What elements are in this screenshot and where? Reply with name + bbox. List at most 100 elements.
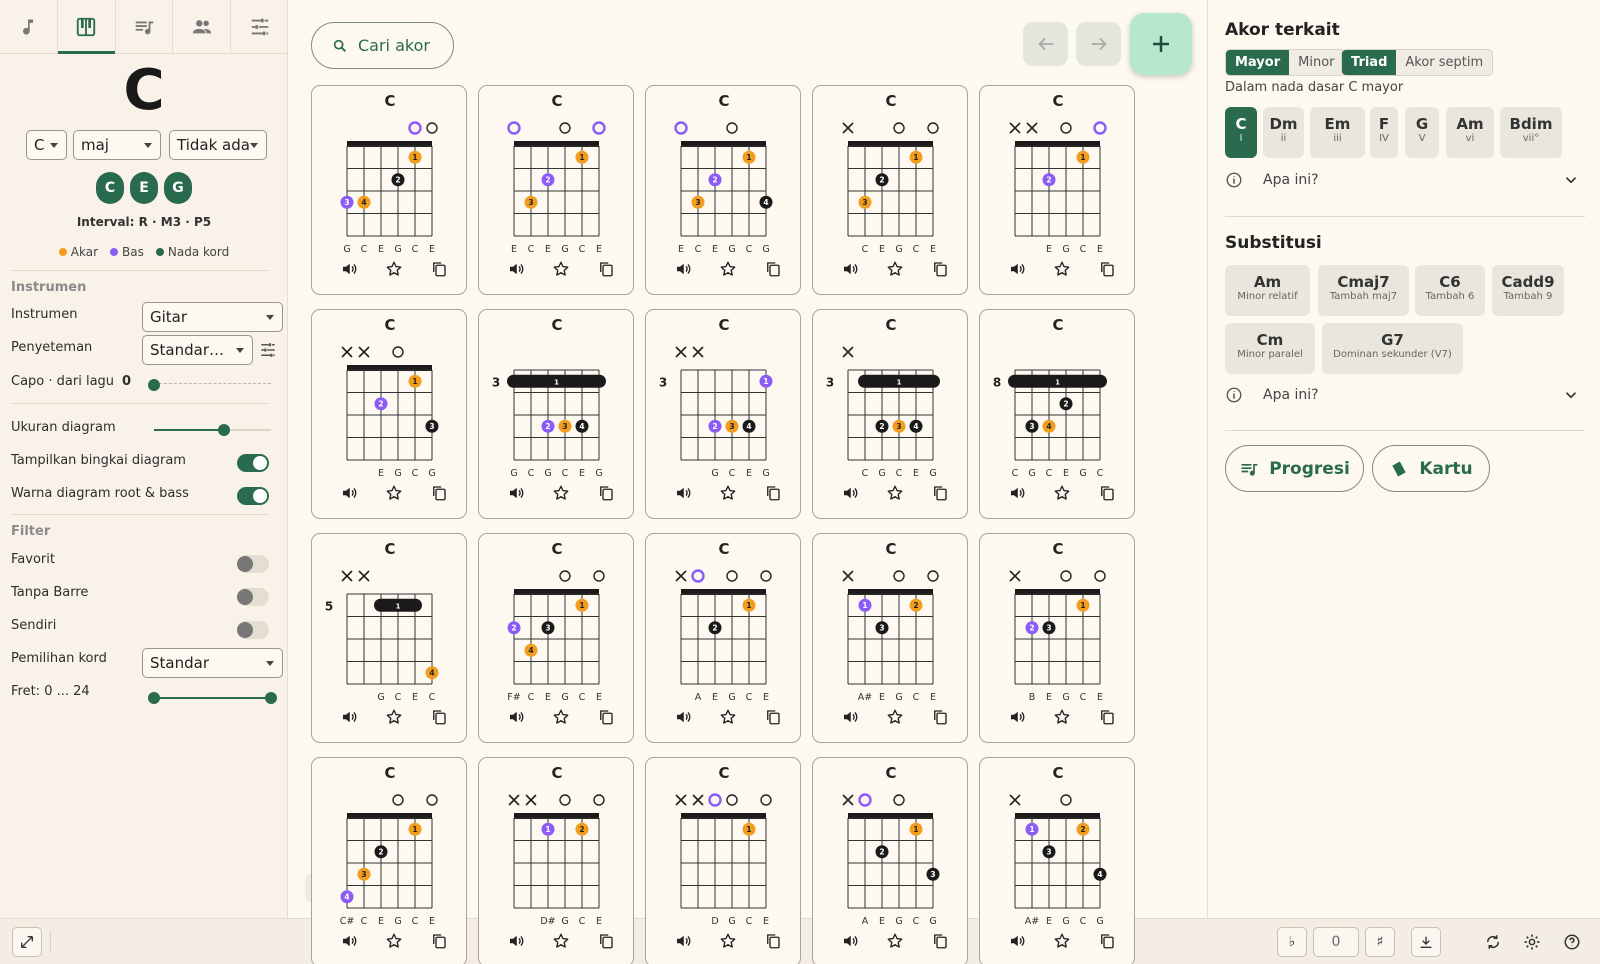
no-barre-toggle[interactable] <box>237 588 269 606</box>
what-is-this-row-1[interactable]: Apa ini? <box>1225 168 1580 192</box>
fullscreen-button[interactable] <box>12 927 42 957</box>
copy-button[interactable] <box>430 932 448 954</box>
chord-card[interactable]: C1234ECEGCG <box>645 85 801 295</box>
related-chord-Bdim[interactable]: Bdim vii° <box>1500 107 1562 158</box>
play-button[interactable] <box>841 484 859 506</box>
substitution-Cadd9[interactable]: Cadd9 Tambah 9 <box>1492 265 1564 316</box>
favorite-button[interactable] <box>719 932 737 954</box>
minor-option[interactable]: Minor <box>1289 50 1343 75</box>
substitution-C6[interactable]: C6 Tambah 6 <box>1415 265 1485 316</box>
copy-button[interactable] <box>764 708 782 730</box>
favorite-button[interactable] <box>886 932 904 954</box>
chord-card[interactable]: C123AEGCG <box>812 757 968 964</box>
related-chord-Em[interactable]: Em iii <box>1310 107 1365 158</box>
tab-settings[interactable] <box>231 0 288 53</box>
show-frame-toggle[interactable] <box>237 454 269 472</box>
play-button[interactable] <box>507 932 525 954</box>
chord-card[interactable]: C31234CGCEG <box>812 309 968 519</box>
favorite-button[interactable] <box>886 260 904 282</box>
download-button[interactable] <box>1411 927 1441 957</box>
copy-button[interactable] <box>430 708 448 730</box>
play-button[interactable] <box>507 260 525 282</box>
favorite-button[interactable] <box>719 484 737 506</box>
favorite-button[interactable] <box>719 260 737 282</box>
play-button[interactable] <box>340 260 358 282</box>
copy-button[interactable] <box>597 932 615 954</box>
fret-max-thumb[interactable] <box>265 692 277 704</box>
forward-button[interactable] <box>1076 22 1121 66</box>
seventh-option[interactable]: Akor septim <box>1396 50 1492 75</box>
related-chord-Dm[interactable]: Dm ii <box>1263 107 1304 158</box>
favorite-button[interactable] <box>886 708 904 730</box>
triad-option[interactable]: Triad <box>1342 50 1397 75</box>
play-button[interactable] <box>841 932 859 954</box>
related-chord-G[interactable]: GV <box>1405 107 1439 158</box>
chord-card[interactable]: C12AEGCE <box>645 533 801 743</box>
play-button[interactable] <box>507 484 525 506</box>
instrument-select[interactable]: Gitar <box>142 302 283 332</box>
favorite-button[interactable] <box>552 932 570 954</box>
quality-select[interactable]: maj <box>73 130 161 160</box>
copy-button[interactable] <box>1098 932 1116 954</box>
copy-button[interactable] <box>1098 260 1116 282</box>
help-button[interactable] <box>1557 927 1587 957</box>
play-button[interactable] <box>674 260 692 282</box>
play-button[interactable] <box>1008 932 1026 954</box>
chord-card[interactable]: C81234CGCEGC <box>979 309 1135 519</box>
root-bass-color-toggle[interactable] <box>237 487 269 505</box>
chord-card[interactable]: C123EGCG <box>311 309 467 519</box>
sync-button[interactable] <box>1478 927 1508 957</box>
play-button[interactable] <box>841 260 859 282</box>
favorite-button[interactable] <box>385 932 403 954</box>
play-button[interactable] <box>507 708 525 730</box>
chord-card[interactable]: C 1 2 3 4 F# C E G C E <box>478 533 634 743</box>
note-chip[interactable]: E <box>130 172 158 204</box>
diagram-size-thumb[interactable] <box>218 424 231 436</box>
chord-card[interactable]: C1243GCEGCE <box>311 85 467 295</box>
tab-people[interactable] <box>173 0 232 53</box>
back-button[interactable] <box>1023 22 1068 66</box>
tuning-settings-icon[interactable] <box>259 341 277 359</box>
chord-card[interactable]: C123CEGCE <box>812 85 968 295</box>
copy-button[interactable] <box>931 260 949 282</box>
major-option[interactable]: Mayor <box>1226 50 1290 75</box>
transpose-flat-button[interactable]: ♭ <box>1277 927 1307 957</box>
substitution-G7[interactable]: G7 Dominan sekunder (V7) <box>1322 323 1463 374</box>
favorite-button[interactable] <box>886 484 904 506</box>
play-button[interactable] <box>1008 260 1026 282</box>
favorite-button[interactable] <box>1053 484 1071 506</box>
favorite-button[interactable] <box>385 260 403 282</box>
copy-button[interactable] <box>597 260 615 282</box>
what-is-this-row-2[interactable]: Apa ini? <box>1225 383 1580 407</box>
play-button[interactable] <box>340 932 358 954</box>
cards-button[interactable]: Kartu <box>1372 445 1490 492</box>
chord-card[interactable]: C 1 2 3 4 C# C E G C E <box>311 757 467 964</box>
related-chord-C[interactable]: CI <box>1225 107 1257 158</box>
copy-button[interactable] <box>430 484 448 506</box>
favorite-button[interactable] <box>1053 708 1071 730</box>
favorite-button[interactable] <box>385 708 403 730</box>
chord-card[interactable]: C31234GCEG <box>645 309 801 519</box>
bass-select[interactable]: Tidak ada <box>169 130 267 160</box>
related-chord-F[interactable]: F IV <box>1370 107 1398 158</box>
favorite-button[interactable] <box>385 484 403 506</box>
chord-card[interactable]: C 1 2 3 A# E G C E <box>812 533 968 743</box>
transpose-value[interactable]: 0 <box>1313 927 1359 957</box>
favorite-button[interactable] <box>1053 260 1071 282</box>
favorite-button[interactable] <box>552 708 570 730</box>
chord-card[interactable]: C1 DGCE <box>645 757 801 964</box>
play-button[interactable] <box>1008 708 1026 730</box>
favorite-button[interactable] <box>552 484 570 506</box>
related-chord-Am[interactable]: Am vi <box>1446 107 1494 158</box>
copy-button[interactable] <box>764 484 782 506</box>
substitution-Am[interactable]: Am Minor relatif <box>1225 265 1310 316</box>
transpose-sharp-button[interactable]: ♯ <box>1365 927 1395 957</box>
substitution-Cm[interactable]: Cm Minor paralel <box>1225 323 1315 374</box>
voicing-select[interactable]: Standar <box>142 648 283 678</box>
play-button[interactable] <box>674 708 692 730</box>
tuning-select[interactable]: Standar… <box>142 335 253 365</box>
add-button[interactable] <box>1130 13 1192 75</box>
copy-button[interactable] <box>764 932 782 954</box>
copy-button[interactable] <box>1098 708 1116 730</box>
search-chord-button[interactable]: Cari akor <box>311 22 454 69</box>
